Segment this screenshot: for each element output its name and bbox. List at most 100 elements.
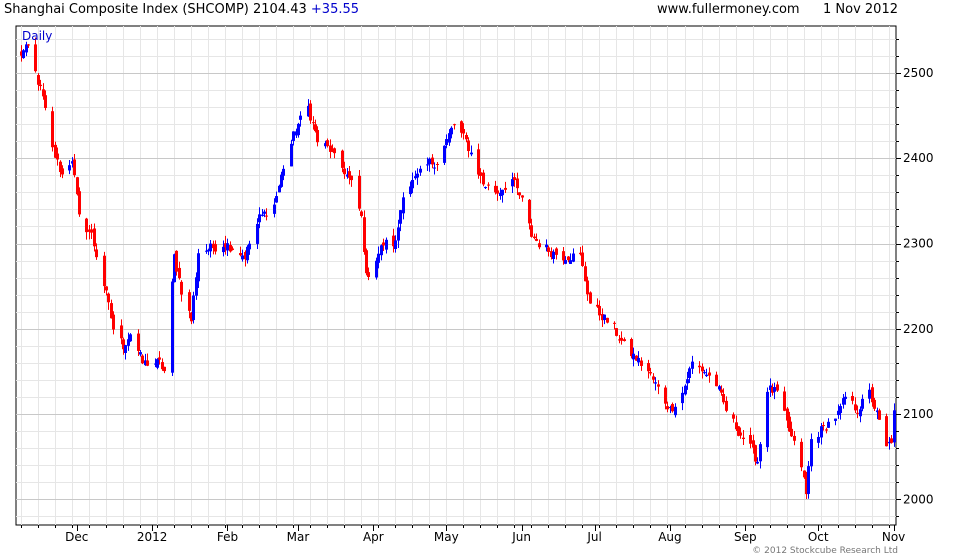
- candle-body: [465, 134, 468, 140]
- y-tick-label: 2200: [903, 322, 934, 336]
- candle-body: [800, 441, 803, 468]
- candle-body: [586, 280, 589, 295]
- candle-body: [856, 412, 859, 414]
- candle-body: [649, 372, 652, 374]
- candle-body: [851, 396, 854, 401]
- candle-body: [754, 445, 757, 462]
- candle-body: [606, 317, 609, 323]
- y-tick-label: 2400: [903, 151, 934, 165]
- x-tick-label: Jun: [511, 530, 531, 544]
- candle-body: [197, 253, 200, 282]
- candle-body: [615, 328, 618, 336]
- candle-body: [630, 339, 633, 357]
- candle-body: [562, 251, 565, 261]
- x-tick-label: Dec: [65, 530, 88, 544]
- candle-body: [703, 372, 706, 374]
- candle-body: [229, 244, 232, 252]
- candle-body: [834, 418, 837, 421]
- candle-body: [776, 384, 779, 391]
- candle-body: [538, 243, 541, 248]
- candle-body: [739, 432, 742, 436]
- x-tick-label: May: [434, 530, 459, 544]
- candle-body: [129, 334, 132, 342]
- candle-body: [477, 149, 480, 175]
- candle-body: [239, 253, 242, 256]
- candle-body: [175, 250, 178, 272]
- candle-body: [411, 179, 414, 189]
- candle-body: [584, 266, 587, 282]
- candle-body: [632, 353, 635, 360]
- candle-body: [569, 260, 572, 264]
- candle-body: [822, 425, 825, 427]
- candle-body: [516, 178, 519, 189]
- x-tick-label: Nov: [882, 530, 905, 544]
- candle-body: [878, 410, 881, 420]
- candle-body: [397, 227, 400, 241]
- candle-body: [859, 409, 862, 417]
- candle-body: [817, 436, 820, 443]
- candle-body: [450, 127, 453, 135]
- candle-body: [535, 238, 538, 241]
- candle-body: [436, 163, 439, 165]
- candle-body: [226, 243, 229, 251]
- candle-body: [37, 75, 40, 85]
- candle-body: [664, 387, 667, 404]
- candlestick-chart: 2000 2100 2200 2300 2400 2500 Dec 2012 Feb Mar Apr…: [15, 25, 934, 544]
- candle-body: [241, 255, 244, 260]
- candle-body: [192, 295, 195, 321]
- candle-body: [445, 139, 448, 146]
- candle-body: [34, 44, 37, 72]
- candle-body: [326, 140, 329, 147]
- candle-body: [360, 211, 363, 216]
- candle-body: [124, 345, 127, 353]
- candle-body: [640, 360, 643, 366]
- candle-body: [214, 244, 217, 252]
- candle-body: [756, 461, 759, 464]
- candle-body: [705, 374, 708, 377]
- candle-body: [453, 124, 456, 126]
- candle-body: [528, 199, 531, 224]
- candle-body: [511, 179, 514, 187]
- candle-body: [107, 293, 110, 303]
- y-tick-label: 2000: [903, 492, 934, 506]
- x-tick-label: Mar: [287, 530, 310, 544]
- candle-body: [27, 44, 30, 46]
- candle-body: [299, 115, 302, 120]
- candle-body: [552, 251, 555, 260]
- candle-body: [275, 196, 278, 203]
- candle-body: [61, 168, 64, 175]
- candle-body: [377, 253, 380, 263]
- candle-body: [691, 361, 694, 369]
- candle-body: [248, 243, 251, 250]
- candle-body: [426, 164, 429, 166]
- candle-body: [363, 217, 366, 253]
- x-tick-label: Oct: [808, 530, 829, 544]
- candle-body: [533, 236, 536, 239]
- candle-body: [163, 366, 166, 372]
- candle-body: [297, 123, 300, 136]
- candle-body: [681, 392, 684, 404]
- candle-body: [44, 95, 47, 108]
- y-tick-label: 2300: [903, 237, 934, 251]
- candle-body: [844, 396, 847, 399]
- candle-body: [567, 256, 570, 261]
- candle-body: [545, 244, 548, 248]
- candle-body: [367, 272, 370, 277]
- candle-body: [479, 172, 482, 176]
- candle-body: [482, 172, 485, 185]
- candle-body: [402, 197, 405, 214]
- candle-body: [742, 437, 745, 440]
- candle-body: [25, 44, 28, 53]
- candle-body: [572, 253, 575, 262]
- candle-body: [312, 122, 315, 124]
- candle-body: [564, 260, 567, 264]
- candle-body: [416, 173, 419, 178]
- candle-body: [842, 398, 845, 405]
- candle-body: [56, 153, 59, 160]
- candle-body: [231, 248, 234, 250]
- candle-body: [462, 129, 465, 134]
- candle-body: [555, 248, 558, 255]
- candle-body: [292, 131, 295, 141]
- candle-body: [385, 239, 388, 250]
- candle-body: [467, 140, 470, 152]
